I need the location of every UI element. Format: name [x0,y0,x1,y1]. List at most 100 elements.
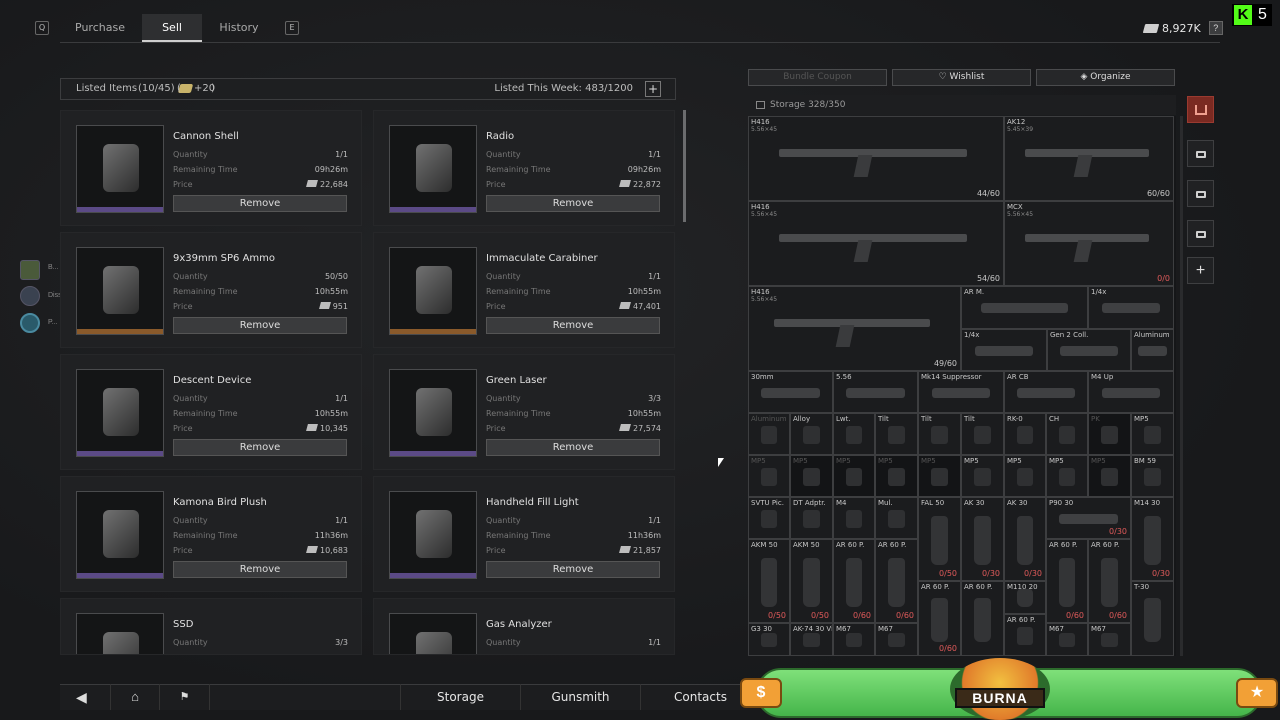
remove-button[interactable]: Remove [173,317,347,334]
tab-sell[interactable]: Sell [142,14,202,42]
tab-storage[interactable]: Storage [400,684,520,710]
add-listing-button[interactable]: + [645,81,661,97]
storage-item[interactable]: 5.56 [833,371,918,413]
storage-item[interactable]: M67 [1046,623,1088,656]
remove-button[interactable]: Remove [486,439,660,456]
storage-item[interactable]: M110 20 [1004,581,1046,614]
tab-history[interactable]: History [206,14,272,42]
storage-item[interactable]: M4 Up [1088,371,1174,413]
help-button[interactable]: ? [1208,21,1223,35]
storage-tab-4[interactable] [1187,220,1214,247]
magazine-icon [931,598,948,642]
storage-scrollbar[interactable] [1180,116,1183,656]
storage-item[interactable]: AK-74 30 View [790,623,833,656]
add-storage-button[interactable]: + [1187,257,1214,284]
storage-item[interactable]: AR M. [961,286,1088,329]
home-icon[interactable]: ⌂ [110,684,160,710]
storage-item[interactable]: MP5 [790,455,833,497]
storage-item[interactable]: AR 60 P. [1004,614,1046,656]
storage-item[interactable]: Alloy [790,413,833,455]
storage-item[interactable]: 1/4x [961,329,1047,371]
storage-item[interactable]: M67 [1088,623,1131,656]
storage-item[interactable]: M67 [875,623,918,656]
storage-item[interactable]: 1/4x [1088,286,1174,329]
tab-gunsmith[interactable]: Gunsmith [520,684,640,710]
contact-avatar[interactable] [20,313,40,333]
storage-item[interactable]: MP5 [833,455,875,497]
back-arrow-icon[interactable]: ◀ [76,689,87,706]
storage-item[interactable]: Gen 2 Coll. [1047,329,1131,371]
storage-item[interactable]: SVTU Pic. [748,497,790,539]
storage-item[interactable]: MP5 [1046,455,1088,497]
remove-button[interactable]: Remove [173,195,347,212]
contact-avatar[interactable] [20,286,40,306]
quantity-value: 1/1 [648,272,661,281]
storage-item[interactable]: MP5 [1088,455,1131,497]
storage-item[interactable]: H416 5.56×45 49/60 [748,286,961,371]
storage-item[interactable]: AR 60 P. [961,581,1004,656]
storage-home-button[interactable] [1187,96,1214,123]
storage-item[interactable]: CH [1046,413,1088,455]
storage-item[interactable]: FAL 50 0/50 [918,497,961,581]
remove-button[interactable]: Remove [486,317,660,334]
storage-item[interactable]: M14 30 0/30 [1131,497,1174,581]
tab-purchase[interactable]: Purchase [64,14,136,42]
storage-item[interactable]: Tilt [961,413,1004,455]
storage-item[interactable]: RK-0 [1004,413,1046,455]
remove-button[interactable]: Remove [486,195,660,212]
bundle-coupon-button[interactable]: Bundle Coupon [748,69,887,86]
storage-tab-3[interactable] [1187,180,1214,207]
storage-item[interactable]: AR 60 P. 0/60 [875,539,918,623]
storage-item[interactable]: BM 59 [1131,455,1174,497]
prev-tab-key[interactable]: Q [35,21,49,35]
attachment-icon [846,468,862,486]
storage-item[interactable]: AR 60 P. 0/60 [1046,539,1088,623]
storage-item[interactable]: AR 60 P. 0/60 [1088,539,1131,623]
storage-item[interactable]: G3 30 [748,623,790,656]
storage-item[interactable]: AR CB [1004,371,1088,413]
storage-item[interactable]: Aluminum [1131,329,1174,371]
storage-item[interactable]: AR 60 P. 0/60 [918,581,961,656]
storage-item[interactable]: MP5 [875,455,918,497]
storage-item[interactable]: MP5 [748,455,790,497]
storage-item[interactable]: H416 5.56×45 44/60 [748,116,1004,201]
flag-icon[interactable]: ⚑ [160,684,210,710]
storage-item[interactable]: Tilt [918,413,961,455]
storage-item[interactable]: DT Adptr. [790,497,833,539]
remove-button[interactable]: Remove [486,561,660,578]
next-tab-key[interactable]: E [285,21,299,35]
storage-item[interactable]: P90 30 0/30 [1046,497,1131,539]
storage-item[interactable]: MP5 [1004,455,1046,497]
storage-item[interactable]: AK 30 0/30 [1004,497,1046,581]
storage-item[interactable]: T-30 [1131,581,1174,656]
storage-item[interactable]: AK12 5.45×39 60/60 [1004,116,1174,201]
storage-item[interactable]: Lwt. [833,413,875,455]
storage-item[interactable]: M4 [833,497,875,539]
organize-button[interactable]: ◈ Organize [1036,69,1175,86]
contact-avatar[interactable] [20,260,40,280]
wishlist-button[interactable]: ♡ Wishlist [892,69,1031,86]
storage-item[interactable]: MP5 [918,455,961,497]
remove-button[interactable]: Remove [173,561,347,578]
storage-item[interactable]: MCX 5.56×45 0/0 [1004,201,1174,286]
quantity-value: 1/1 [648,516,661,525]
remove-button[interactable]: Remove [173,439,347,456]
listing-scrollbar[interactable] [683,110,686,222]
storage-item[interactable]: PK [1088,413,1131,455]
storage-item[interactable]: AKM 50 0/50 [748,539,790,623]
remaining-value: 09h26m [314,165,348,174]
storage-item[interactable]: Mk14 Suppressor [918,371,1004,413]
storage-item[interactable]: M67 [833,623,875,656]
storage-item[interactable]: 30mm [748,371,833,413]
storage-item[interactable]: AR 60 P. 0/60 [833,539,875,623]
storage-tab-2[interactable] [1187,140,1214,167]
storage-item[interactable]: H416 5.56×45 54/60 [748,201,1004,286]
storage-item[interactable]: Mul. [875,497,918,539]
storage-item[interactable]: MP5 [1131,413,1174,455]
storage-item[interactable]: Tilt [875,413,918,455]
storage-item[interactable]: MP5 [961,455,1004,497]
storage-item[interactable]: AK 30 0/30 [961,497,1004,581]
item-name: Green Laser [486,375,547,386]
storage-item[interactable]: AKM 50 0/50 [790,539,833,623]
storage-item[interactable]: Aluminum [748,413,790,455]
